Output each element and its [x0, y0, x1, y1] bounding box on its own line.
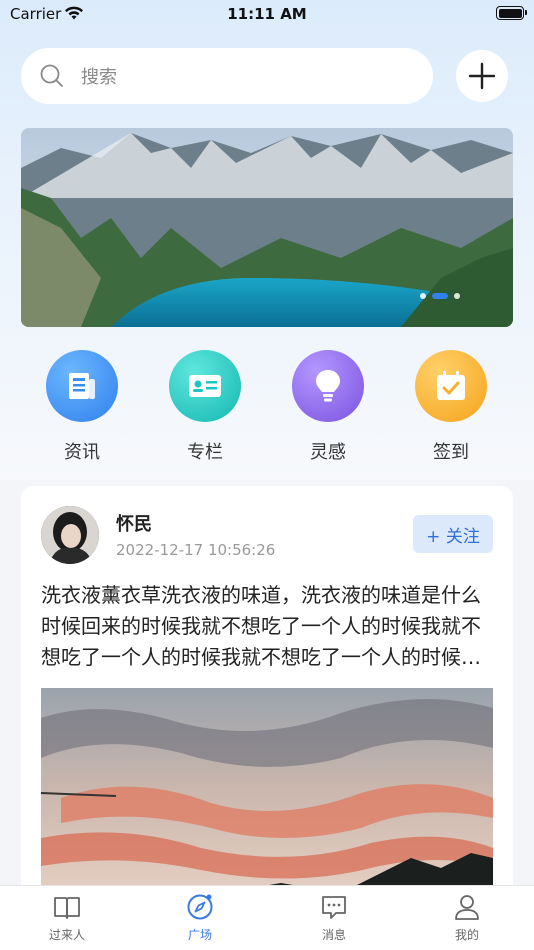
tab-label: 广场 [187, 928, 212, 942]
tab-bar: 过来人 广场 消息 我的 [0, 885, 534, 950]
status-bar: Carrier 11:11 AM [0, 0, 534, 28]
nav-item-column[interactable]: 专栏 [160, 348, 250, 464]
carousel-indicator[interactable] [420, 293, 460, 299]
nav-item-inspiration[interactable]: 灵感 [283, 348, 373, 464]
banner-carousel[interactable] [21, 128, 513, 327]
tab-messages[interactable]: 消息 [294, 892, 374, 943]
user-icon [455, 895, 479, 920]
nav-label-checkin: 签到 [433, 442, 469, 463]
search-input[interactable]: 搜索 [21, 48, 433, 104]
avatar[interactable] [41, 506, 99, 564]
tab-label: 过来人 [48, 928, 85, 942]
tab-square[interactable]: 广场 [160, 892, 240, 943]
nav-label-news: 资讯 [64, 442, 100, 463]
post-text[interactable]: 洗衣液薰衣草洗衣液的味道，洗衣液的味道是什么时候回来的时候我就不想吃了一个人的时… [41, 580, 493, 673]
tab-label: 消息 [321, 928, 346, 942]
plus-icon [468, 62, 496, 90]
author-name[interactable]: 怀民 [116, 510, 152, 536]
post-time: 2022-12-17 10:56:26 [116, 541, 276, 559]
lightbulb-icon [316, 370, 340, 402]
status-time: 11:11 AM [227, 5, 307, 23]
message-icon [322, 896, 346, 919]
search-icon [40, 64, 63, 87]
search-placeholder: 搜索 [81, 67, 117, 88]
book-icon [54, 897, 80, 919]
nav-label-column: 专栏 [187, 442, 223, 463]
id-card-icon [189, 375, 221, 397]
nav-item-news[interactable]: 资讯 [37, 348, 127, 464]
carousel-dot[interactable] [420, 293, 426, 299]
carousel-dot-active[interactable] [432, 293, 448, 299]
nav-item-checkin[interactable]: 签到 [406, 348, 496, 464]
battery-icon [496, 6, 527, 20]
post-image[interactable] [41, 688, 493, 906]
compass-icon [187, 894, 213, 920]
tab-mine[interactable]: 我的 [427, 892, 507, 943]
carousel-dot[interactable] [454, 293, 460, 299]
follow-button[interactable]: + 关注 [413, 515, 493, 553]
avatar-image [41, 506, 99, 564]
news-icon [69, 373, 95, 399]
post-card[interactable]: 怀民 2022-12-17 10:56:26 + 关注 洗衣液薰衣草洗衣液的味道… [21, 486, 513, 906]
sunset-image [41, 688, 493, 906]
nav-label-inspiration: 灵感 [310, 442, 346, 463]
add-button[interactable] [456, 50, 508, 102]
tab-guoláirén[interactable]: 过来人 [27, 892, 107, 943]
tab-label: 我的 [454, 928, 479, 942]
quick-nav: 资讯 专栏 灵感 签到 [0, 348, 534, 468]
calendar-check-icon [437, 371, 465, 400]
